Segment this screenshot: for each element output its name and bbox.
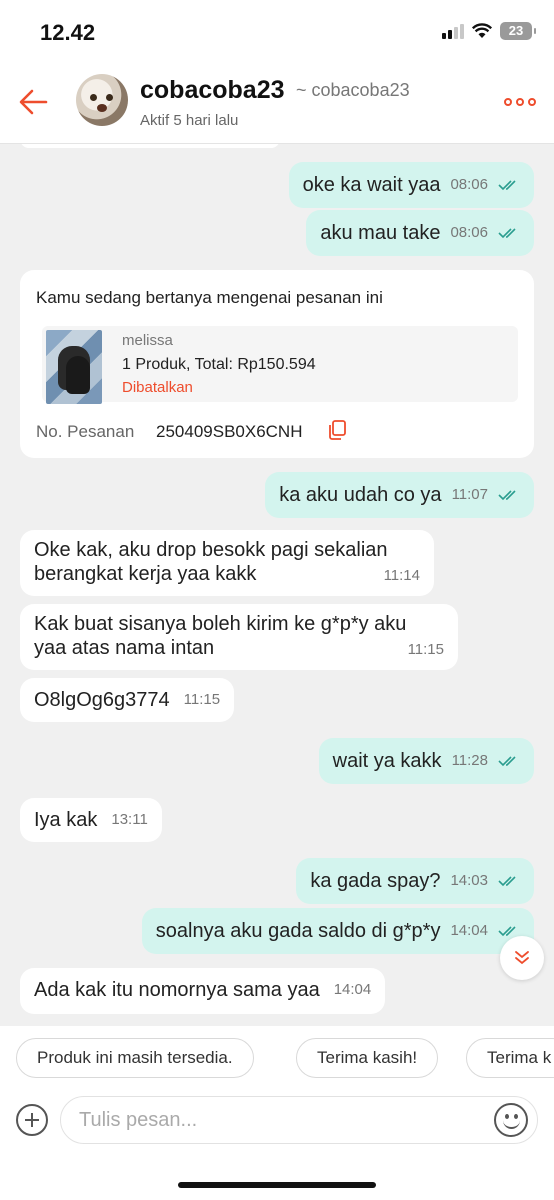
message-time: 11:14: [383, 567, 420, 584]
message-text: Kak buat sisanya boleh kirim ke g*p*y ak…: [34, 613, 407, 659]
message-time: 11:15: [183, 691, 221, 708]
message-text: ka gada spay?: [310, 870, 441, 892]
message-time: 13:11: [111, 811, 148, 828]
emoji-icon[interactable]: [494, 1103, 528, 1137]
outgoing-message[interactable]: aku mau take 08:06: [306, 210, 534, 256]
outgoing-message[interactable]: oke ka wait yaa 08:06: [288, 162, 534, 208]
message-time: 08:06: [450, 224, 488, 241]
previous-message-bubble: [20, 144, 280, 148]
status-icons: 23: [442, 22, 536, 40]
incoming-message[interactable]: Ada kak itu nomornya sama yaa 14:04: [20, 968, 386, 1014]
incoming-message[interactable]: Kak buat sisanya boleh kirim ke g*p*y ak…: [20, 604, 458, 670]
avatar[interactable]: [76, 74, 128, 126]
status-time: 12.42: [40, 20, 96, 45]
incoming-message[interactable]: O8lgOg6g3774 11:15: [20, 678, 235, 722]
double-check-icon: [498, 490, 516, 501]
contact-name[interactable]: cobacoba23: [140, 76, 285, 105]
more-options-icon[interactable]: [504, 98, 536, 106]
signal-icon: [442, 23, 464, 39]
order-card-title: Kamu sedang bertanya mengenai pesanan in…: [36, 288, 383, 307]
active-status: Aktif 5 hari lalu: [140, 112, 239, 129]
order-product[interactable]: melissa 1 Produk, Total: Rp150.594 Dibat…: [42, 326, 518, 404]
incoming-message[interactable]: Iya kak 13:11: [20, 798, 162, 842]
shop-name: melissa: [122, 332, 173, 349]
message-time: 14:04: [333, 981, 372, 998]
message-text: Iya kak: [34, 809, 98, 831]
back-arrow-icon[interactable]: [16, 84, 52, 120]
message-input[interactable]: [60, 1096, 538, 1144]
wifi-icon: [472, 23, 492, 38]
message-time: 11:28: [451, 752, 488, 769]
message-text: Oke kak, aku drop besokk pagi sekalian b…: [34, 539, 388, 585]
incoming-message[interactable]: Oke kak, aku drop besokk pagi sekalian b…: [20, 530, 434, 596]
message-text: ka aku udah co ya: [279, 484, 442, 506]
message-input-bar: [0, 1094, 554, 1200]
message-time: 14:04: [450, 922, 488, 939]
outgoing-message[interactable]: soalnya aku gada saldo di g*p*y 14:04: [141, 908, 534, 954]
scroll-to-bottom-button[interactable]: [500, 936, 544, 980]
status-bar: 12.42 23: [0, 0, 554, 62]
message-text: aku mau take: [320, 222, 441, 244]
message-text: Ada kak itu nomornya sama yaa: [34, 979, 320, 1001]
double-check-icon: [498, 876, 516, 887]
chat-header: cobacoba23 ~ cobacoba23 Aktif 5 hari lal…: [0, 62, 554, 144]
message-text: soalnya aku gada saldo di g*p*y: [155, 920, 441, 942]
chat-area[interactable]: oke ka wait yaa 08:06 aku mau take 08:06…: [0, 144, 554, 1026]
plus-icon[interactable]: [16, 1104, 48, 1136]
copy-icon[interactable]: [328, 420, 346, 440]
message-time: 14:03: [450, 872, 488, 889]
message-text: wait ya kakk: [332, 750, 442, 772]
order-number: 250409SB0X6CNH: [156, 422, 303, 441]
outgoing-message[interactable]: ka gada spay? 14:03: [296, 858, 534, 904]
message-text: O8lgOg6g3774: [34, 689, 170, 711]
double-check-icon: [498, 926, 516, 937]
message-time: 11:15: [407, 641, 444, 658]
product-image: [46, 330, 102, 404]
quick-reply-chip[interactable]: Terima kasih!: [296, 1038, 439, 1078]
message-time: 08:06: [450, 176, 488, 193]
message-time: 11:07: [451, 486, 488, 503]
order-card[interactable]: Kamu sedang bertanya mengenai pesanan in…: [20, 270, 534, 458]
quick-reply-chip[interactable]: Terima k: [466, 1038, 554, 1078]
double-check-icon: [498, 180, 516, 191]
order-status: Dibatalkan: [122, 379, 193, 396]
message-text: oke ka wait yaa: [302, 174, 441, 196]
double-check-icon: [498, 228, 516, 239]
quick-reply-chip[interactable]: Produk ini masih tersedia.: [16, 1038, 254, 1078]
outgoing-message[interactable]: ka aku udah co ya 11:07: [265, 472, 534, 518]
order-number-label: No. Pesanan: [36, 422, 135, 441]
quick-replies: Produk ini masih tersedia. Terima kasih!…: [0, 1026, 554, 1094]
double-check-icon: [498, 756, 516, 767]
outgoing-message[interactable]: wait ya kakk 11:28: [318, 738, 534, 784]
contact-username: ~ cobacoba23: [296, 80, 410, 100]
chevron-down-icon: [515, 951, 529, 965]
order-summary: 1 Produk, Total: Rp150.594: [122, 356, 316, 373]
home-indicator: [178, 1182, 376, 1188]
battery-icon: 23: [500, 22, 536, 40]
